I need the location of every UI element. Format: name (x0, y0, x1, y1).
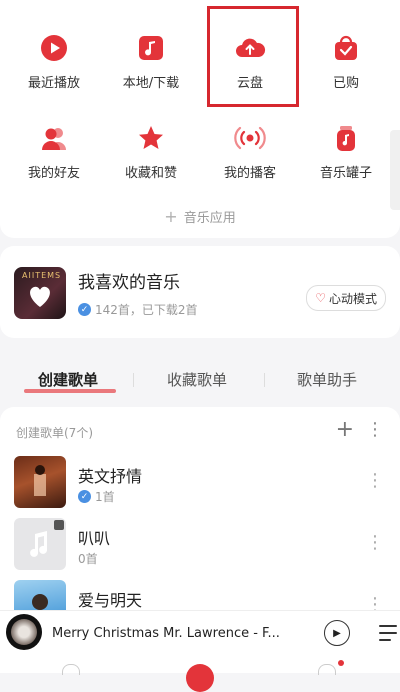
liked-music-count: 142首，已下载2首 (95, 303, 198, 317)
heart-mode-button[interactable]: ♡ 心动模式 (306, 285, 386, 311)
friends-icon (38, 122, 70, 154)
plus-icon: + (164, 207, 178, 226)
playlist-count: 0首 (78, 552, 98, 566)
favorites-likes-entry[interactable]: 收藏和赞 (101, 122, 201, 181)
more-options-icon[interactable]: ⋮ (366, 532, 384, 553)
my-friends-label: 我的好友 (27, 166, 80, 181)
download-check-icon: ✓ (78, 303, 91, 316)
quick-access-card: 最近播放 本地/下载 云盘 已购 我的好友 收藏和赞 我的播客 音乐罐子 + 音… (0, 0, 400, 238)
playlist-meta: 0首 (78, 550, 98, 567)
playlist-name: 爱与明天 (78, 591, 143, 610)
music-jar-icon (330, 122, 362, 154)
more-options-icon[interactable]: ⋮ (366, 419, 384, 440)
tab-playlist-assistant[interactable]: 歌单助手 (297, 369, 357, 390)
music-note-icon (135, 32, 167, 64)
add-playlist-icon[interactable]: + (336, 417, 354, 442)
created-playlists-header: 创建歌单(7个) (16, 426, 93, 440)
playlist-item[interactable]: 叭叭 0首 ⋮ (0, 518, 400, 578)
local-download-label: 本地/下载 (122, 76, 180, 91)
now-playing-title[interactable]: Merry Christmas Mr. Lawrence - F... (52, 626, 292, 641)
play-circle-icon (38, 32, 70, 64)
playlist-name: 叭叭 (78, 529, 111, 548)
recent-play-entry[interactable]: 最近播放 (4, 32, 104, 91)
side-edge (390, 130, 400, 210)
heart-icon (30, 286, 50, 307)
playlist-count: 1首 (95, 490, 115, 504)
playlist-meta: ✓ 1首 (78, 488, 115, 505)
purchased-label: 已购 (332, 76, 359, 91)
playlist-tabs: 创建歌单 收藏歌单 歌单助手 (0, 345, 400, 405)
recent-play-label: 最近播放 (27, 76, 80, 91)
favorites-likes-label: 收藏和赞 (124, 166, 177, 181)
music-jar-label: 音乐罐子 (319, 166, 372, 181)
tab-created-playlists[interactable]: 创建歌单 (38, 369, 98, 390)
tab-icon[interactable] (318, 664, 336, 675)
more-options-icon[interactable]: ⋮ (366, 470, 384, 491)
tab-icon[interactable] (62, 664, 80, 675)
cover-text: AIITEMS (22, 271, 62, 280)
broadcast-icon (234, 122, 266, 154)
liked-music-subtitle: ✓ 142首，已下载2首 (78, 301, 198, 318)
tab-divider (133, 373, 134, 387)
bag-check-icon (330, 32, 362, 64)
my-podcast-entry[interactable]: 我的播客 (200, 122, 300, 181)
playlist-queue-icon[interactable] (378, 622, 398, 644)
play-icon[interactable]: ▶ (324, 620, 350, 646)
my-podcast-label: 我的播客 (223, 166, 276, 181)
playlist-item[interactable]: 英文抒情 ✓ 1首 ⋮ (0, 456, 400, 516)
bottom-tab-bar (0, 658, 400, 692)
playlist-name: 英文抒情 (78, 467, 143, 486)
liked-music-card[interactable]: AIITEMS 我喜欢的音乐 ✓ 142首，已下载2首 ♡ 心动模式 (0, 246, 400, 338)
heart-mode-label: 心动模式 (328, 291, 377, 306)
star-icon (135, 122, 167, 154)
tab-divider (264, 373, 265, 387)
playlist-cover (14, 518, 66, 570)
heart-outline-icon: ♡ (315, 291, 326, 305)
tab-collected-playlists[interactable]: 收藏歌单 (167, 369, 227, 390)
music-apps-label: 音乐应用 (183, 211, 236, 226)
mini-player[interactable]: Merry Christmas Mr. Lawrence - F... ▶ (0, 610, 400, 659)
liked-music-cover: AIITEMS (14, 267, 66, 319)
purchased-entry[interactable]: 已购 (296, 32, 396, 91)
my-friends-entry[interactable]: 我的好友 (4, 122, 104, 181)
album-disc[interactable] (6, 614, 42, 650)
local-download-entry[interactable]: 本地/下载 (101, 32, 201, 91)
playlist-cover (14, 456, 66, 508)
highlight-box (207, 6, 299, 107)
liked-music-title: 我喜欢的音乐 (78, 273, 180, 293)
music-apps-button[interactable]: + 音乐应用 (0, 207, 400, 226)
center-tab-icon[interactable] (186, 664, 214, 692)
music-jar-entry[interactable]: 音乐罐子 (296, 122, 396, 181)
notification-dot (338, 660, 344, 666)
download-check-icon: ✓ (78, 490, 91, 503)
